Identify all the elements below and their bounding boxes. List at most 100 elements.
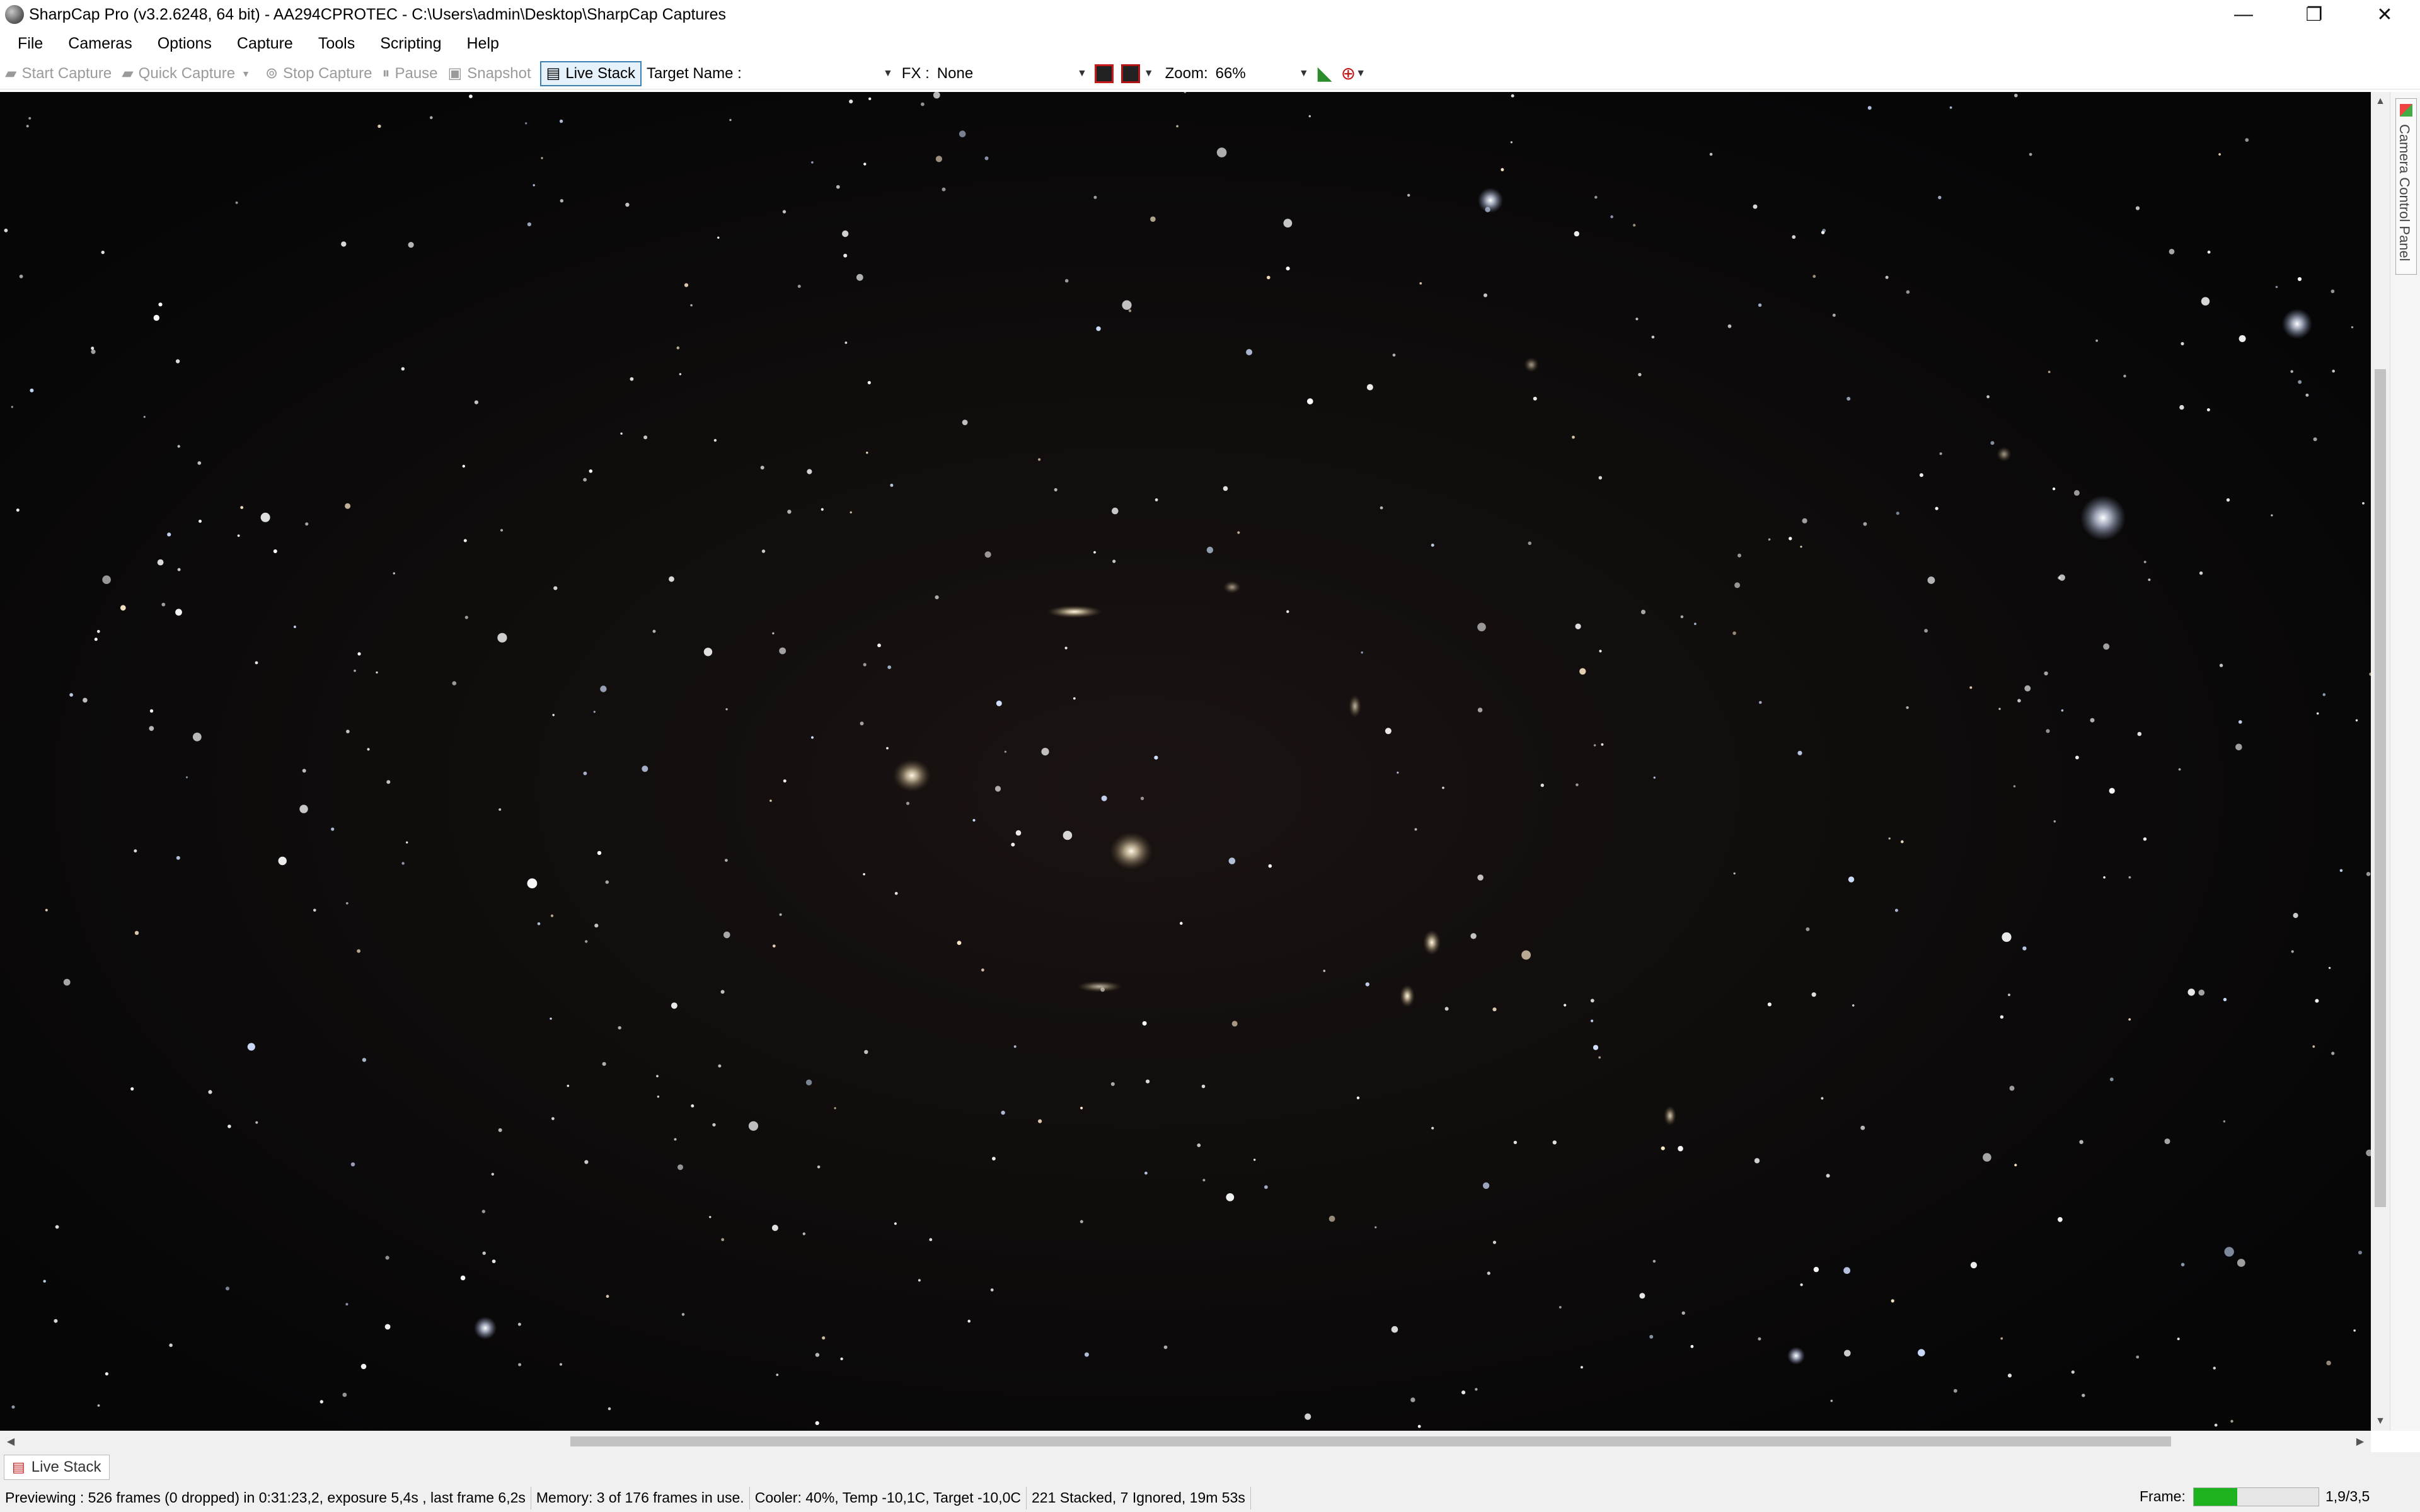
horizontal-scroll-thumb[interactable] <box>570 1436 2171 1446</box>
star <box>176 856 180 860</box>
star <box>408 242 414 248</box>
star <box>1938 195 1942 200</box>
stop-capture-label: Stop Capture <box>283 64 372 82</box>
pause-icon: ⏸ <box>382 64 390 82</box>
star <box>463 539 467 542</box>
star <box>1896 512 1899 515</box>
star <box>1564 1004 1567 1007</box>
chevron-down-icon[interactable]: ▼ <box>1077 68 1087 79</box>
star <box>1594 195 1598 199</box>
bright-star <box>2282 309 2312 339</box>
star <box>1201 1084 1206 1089</box>
star <box>1848 876 1855 883</box>
reticle-icon[interactable] <box>1121 64 1140 83</box>
chevron-down-icon[interactable]: ▼ <box>1299 68 1309 79</box>
menu-file[interactable]: File <box>0 35 55 53</box>
star <box>97 1404 100 1407</box>
star <box>552 714 555 716</box>
star <box>877 643 881 648</box>
chevron-down-icon[interactable]: ▼ <box>883 68 893 79</box>
star <box>761 549 766 553</box>
restore-button[interactable]: ❐ <box>2279 0 2349 29</box>
star <box>2358 1251 2362 1255</box>
star <box>1888 837 1891 840</box>
stop-capture-button[interactable]: ⊚ Stop Capture <box>260 61 377 86</box>
star <box>1142 1021 1147 1026</box>
menu-options[interactable]: Options <box>145 35 224 53</box>
color-target-icon[interactable] <box>1094 64 1114 83</box>
menu-help[interactable]: Help <box>454 35 511 53</box>
star <box>1690 1344 1694 1348</box>
close-button[interactable]: ✕ <box>2349 0 2420 29</box>
start-capture-button[interactable]: ▰ Start Capture <box>0 61 117 86</box>
scroll-down-icon[interactable]: ▼ <box>2371 1412 2390 1431</box>
menu-capture[interactable]: Capture <box>224 35 306 53</box>
star <box>2071 1370 2075 1374</box>
star <box>185 776 188 779</box>
star <box>967 1319 971 1323</box>
star <box>2199 571 2203 575</box>
star <box>721 1238 725 1242</box>
control-panel-icon <box>2400 104 2412 117</box>
star <box>1283 219 1293 228</box>
menu-scripting[interactable]: Scripting <box>367 35 454 53</box>
star <box>1391 1326 1398 1333</box>
star <box>345 902 349 905</box>
horizontal-scrollbar[interactable]: ◀ ▶ <box>0 1431 2371 1452</box>
scroll-left-icon[interactable]: ◀ <box>0 1431 21 1452</box>
menu-tools[interactable]: Tools <box>306 35 367 53</box>
camera-control-panel-tab[interactable]: Camera Control Panel <box>2395 98 2417 275</box>
chevron-down-icon[interactable]: ▼ <box>241 69 250 79</box>
star <box>1150 216 1156 222</box>
fx-select[interactable]: None ▼ <box>933 62 1091 86</box>
star <box>567 1084 570 1087</box>
snapshot-button[interactable]: ▣ Snapshot <box>443 61 536 86</box>
star <box>1487 1271 1490 1275</box>
magnifier-icon[interactable]: ⊕ <box>1341 63 1356 84</box>
star <box>1906 290 1910 294</box>
star <box>1919 473 1923 478</box>
histogram-icon[interactable]: ◣ <box>1318 62 1332 84</box>
minimize-button[interactable]: — <box>2208 0 2279 29</box>
vertical-scroll-thumb[interactable] <box>2375 369 2386 1207</box>
pause-button[interactable]: ⏸ Pause <box>377 61 442 86</box>
star <box>962 420 968 425</box>
star <box>83 697 88 703</box>
vertical-scrollbar[interactable]: ▲ ▼ <box>2371 92 2390 1431</box>
star <box>2213 1366 2216 1370</box>
star <box>45 908 48 912</box>
star <box>1392 353 1396 357</box>
live-stack-button[interactable]: ▤ Live Stack <box>539 60 642 86</box>
star <box>1146 1079 1150 1084</box>
star <box>2187 988 2195 996</box>
star <box>942 187 946 192</box>
star <box>776 1373 779 1377</box>
star <box>748 1121 759 1131</box>
zoom-select[interactable]: 66% ▼ <box>1212 62 1313 86</box>
target-name-combo[interactable]: ▼ <box>746 62 897 86</box>
star <box>1011 842 1015 847</box>
chevron-down-icon[interactable]: ▼ <box>1144 68 1154 79</box>
star <box>1128 309 1132 312</box>
scroll-up-icon[interactable]: ▲ <box>2371 92 2390 111</box>
star <box>600 685 607 692</box>
galaxy <box>1524 357 1539 372</box>
star <box>460 1275 466 1281</box>
status-cooler: Cooler: 40%, Temp -10,1C, Target -10,0C <box>750 1486 1027 1509</box>
star <box>1680 615 1684 619</box>
scroll-right-icon[interactable]: ▶ <box>2349 1431 2371 1452</box>
quick-capture-button[interactable]: ▰ Quick Capture ▼ <box>117 61 260 86</box>
star <box>1004 750 1006 753</box>
chevron-down-icon[interactable]: ▼ <box>1356 68 1366 79</box>
image-viewport[interactable] <box>0 92 2371 1431</box>
star <box>1380 506 1383 510</box>
star <box>1758 1337 1761 1341</box>
star <box>376 671 378 674</box>
star <box>2271 514 2273 517</box>
star <box>2090 718 2095 723</box>
star <box>2048 370 2051 374</box>
menu-cameras[interactable]: Cameras <box>55 35 144 53</box>
live-stack-tab[interactable]: ▤ Live Stack <box>4 1455 110 1480</box>
star <box>1576 783 1579 787</box>
star <box>1998 707 2001 710</box>
